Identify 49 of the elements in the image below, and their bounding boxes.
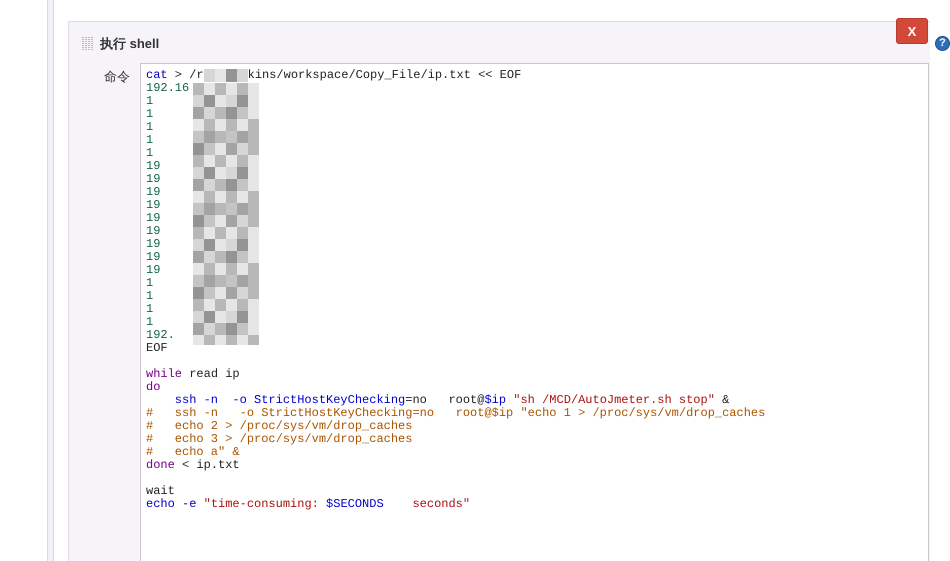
- code-token: 19: [146, 186, 160, 199]
- code-token: 19: [146, 225, 160, 238]
- code-token: 19: [146, 160, 160, 173]
- section-title: 执行 shell: [100, 35, 160, 53]
- code-token: EOF: [146, 342, 168, 355]
- code-token: 1: [146, 134, 154, 147]
- drag-handle-icon: [82, 37, 94, 51]
- code-token: do: [146, 381, 160, 394]
- code-token: while: [146, 368, 182, 381]
- code-token: 19: [146, 199, 160, 212]
- code-token: 1: [146, 121, 154, 134]
- code-token: 19: [146, 212, 160, 225]
- code-token: 192.: [146, 329, 175, 342]
- close-button[interactable]: X: [896, 18, 928, 44]
- code-token: wait: [146, 485, 175, 498]
- code-token: # ssh -n -o StrictHostKeyChecking=no root@$ip "echo 1 > /proc/sys/vm/drop_caches: [146, 407, 766, 420]
- code-token: seconds": [411, 498, 470, 511]
- code-token: # echo 2 > /proc/sys/vm/drop_caches: [146, 420, 412, 433]
- code-token: 192.16: [146, 82, 190, 95]
- code-token: 19: [146, 264, 160, 277]
- code-token: kins/workspace/Copy_File/ip.txt << EOF: [248, 69, 522, 82]
- code-token: 1: [146, 277, 154, 290]
- code-token: 1: [146, 108, 154, 121]
- code-token: 19: [146, 251, 160, 264]
- code-token: cat: [146, 69, 168, 82]
- help-button[interactable]: ?: [935, 36, 950, 51]
- field-label: 命令: [104, 68, 131, 86]
- code-token: # echo a" &: [146, 446, 240, 459]
- code-token: 19: [146, 173, 160, 186]
- code-token: < ip.txt: [181, 459, 240, 472]
- code-token: $ip: [484, 394, 506, 407]
- code-token: 19: [146, 238, 160, 251]
- code-token: 1: [146, 303, 154, 316]
- code-token: 1: [146, 290, 154, 303]
- code-token: =no root@: [405, 394, 484, 407]
- code-token: done: [146, 459, 175, 472]
- code-token: echo -e: [146, 498, 196, 511]
- code-token: ssh -n -o StrictHostKeyChecking: [174, 394, 406, 407]
- code-token: # echo 3 > /proc/sys/vm/drop_caches: [146, 433, 412, 446]
- code-token: "sh /MCD/AutoJmeter.sh stop": [512, 394, 715, 407]
- code-token: 1: [146, 147, 154, 160]
- code-token: &: [721, 394, 730, 407]
- code-token: $SECONDS: [326, 498, 384, 511]
- code-token: read ip: [188, 368, 240, 381]
- code-token: 1: [146, 316, 154, 329]
- code-token: 1: [146, 95, 154, 108]
- code-token: > /r: [174, 69, 204, 82]
- code-editor[interactable]: [140, 63, 929, 561]
- code-token: "time-consuming:: [202, 498, 320, 511]
